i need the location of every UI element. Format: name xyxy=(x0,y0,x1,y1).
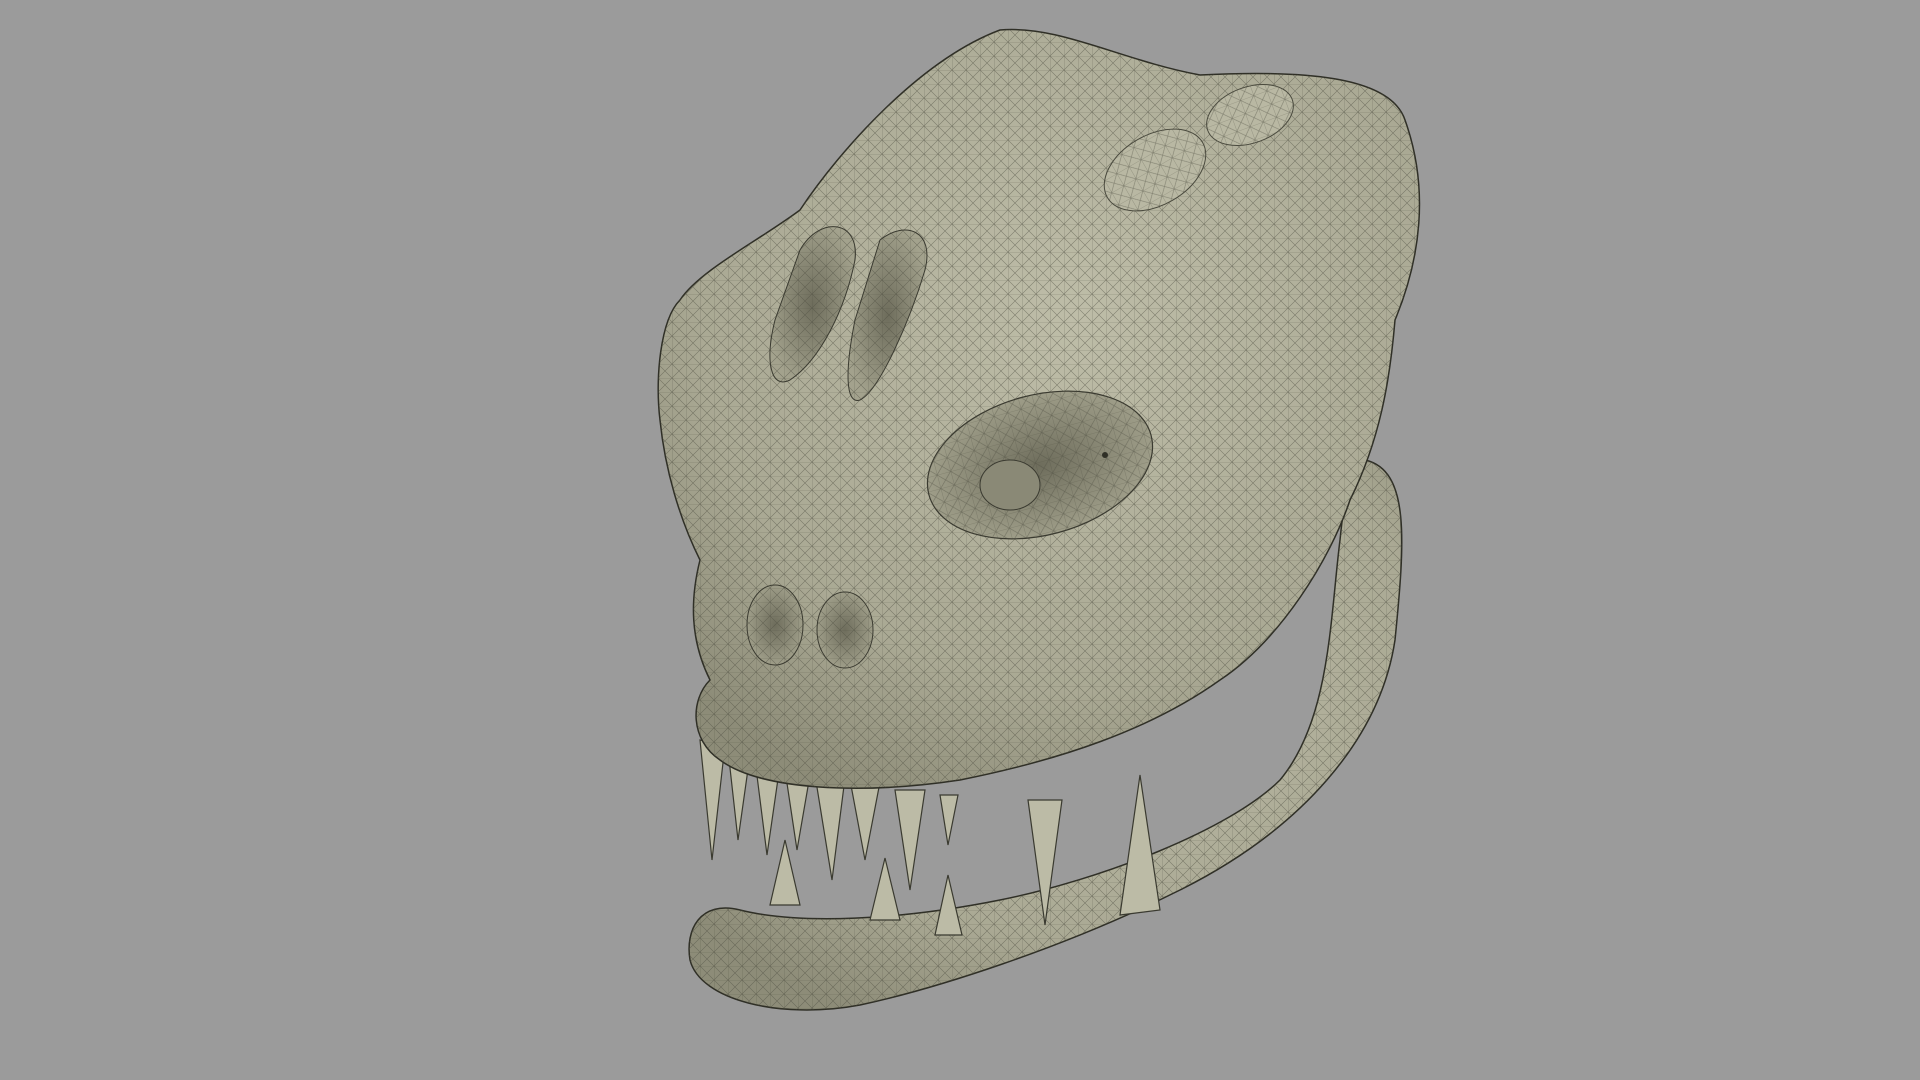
tooth xyxy=(814,774,846,881)
3d-viewport[interactable] xyxy=(0,0,1920,1080)
tooth xyxy=(894,789,926,891)
tooth xyxy=(769,839,801,906)
skull-render xyxy=(657,28,1421,1011)
tooth xyxy=(939,794,959,846)
tooth xyxy=(934,874,963,936)
tooth xyxy=(869,857,901,921)
tooth xyxy=(1119,774,1161,916)
tooth xyxy=(849,779,881,861)
